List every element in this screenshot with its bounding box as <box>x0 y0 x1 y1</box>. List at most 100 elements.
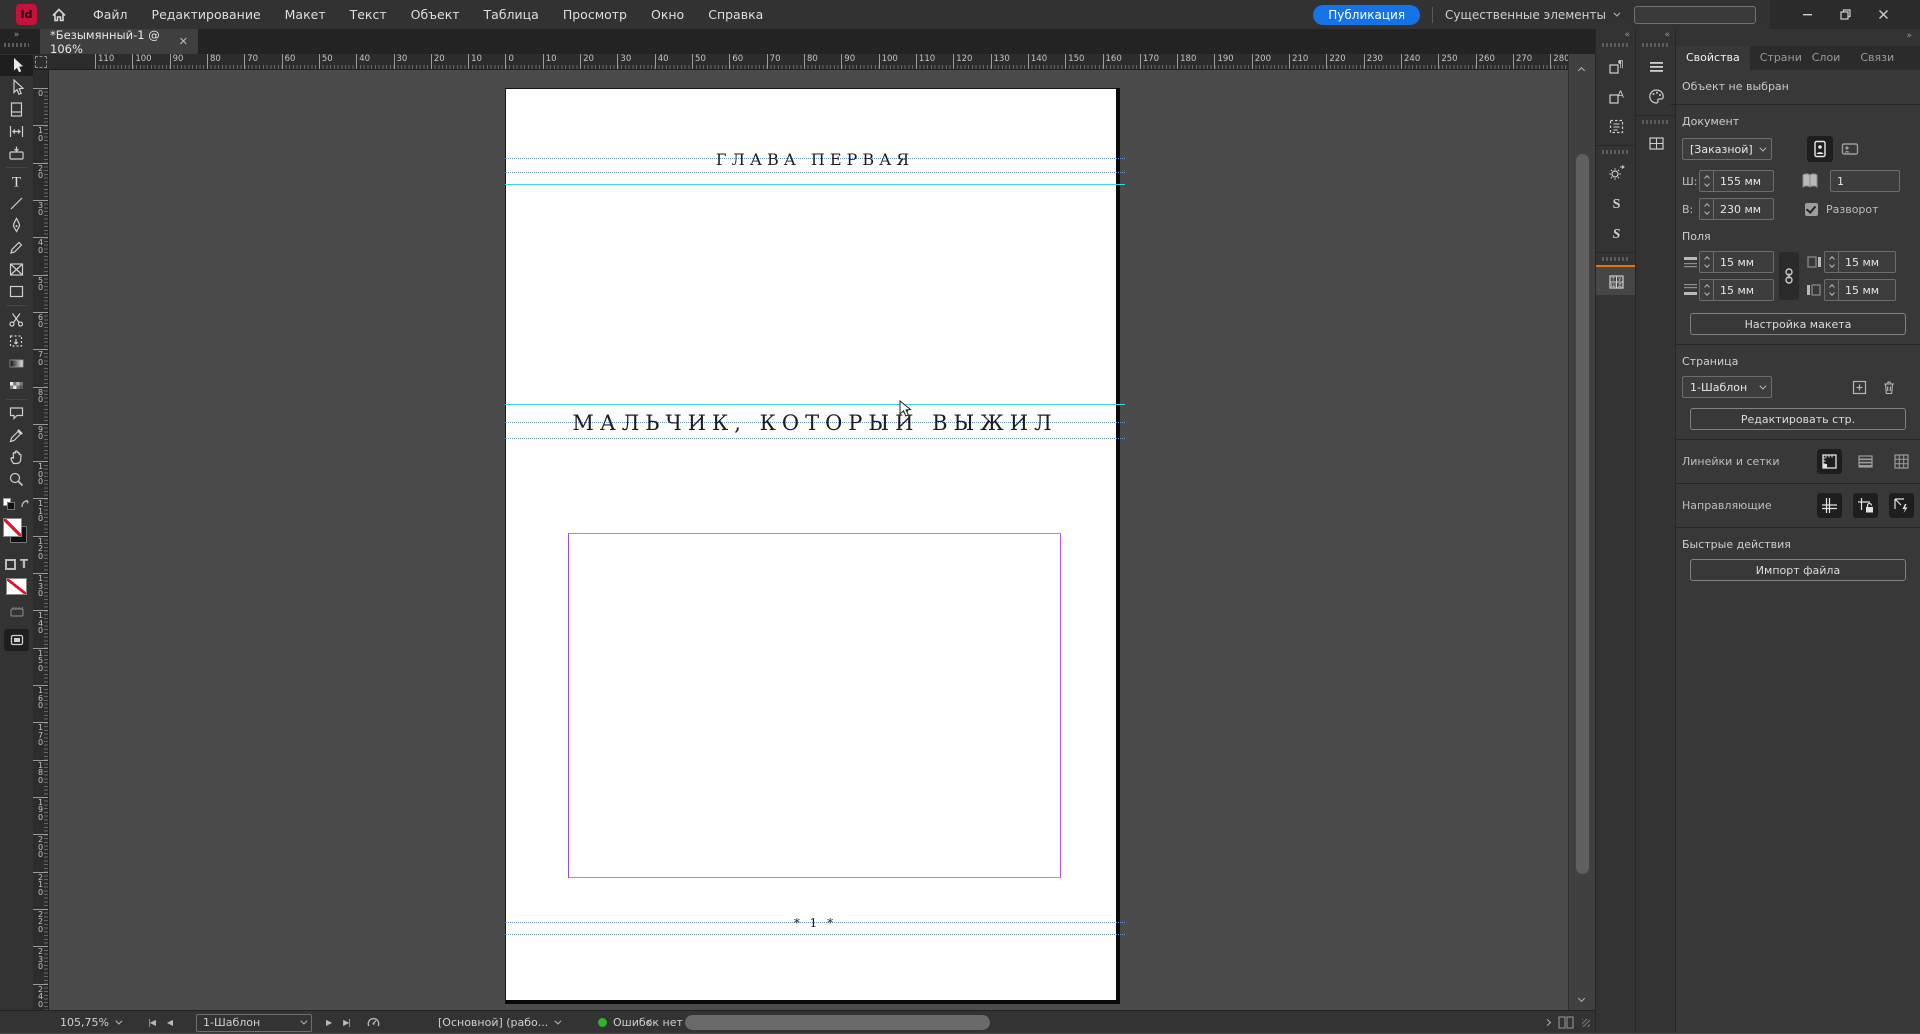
menu-Справка[interactable]: Справка <box>696 0 775 29</box>
object-styles-icon[interactable]: ¶ <box>1596 51 1636 81</box>
menu-Текст[interactable]: Текст <box>338 0 399 29</box>
fill-swatch[interactable] <box>3 518 22 537</box>
glyphs-icon[interactable]: TУШД <box>1596 265 1636 295</box>
panel-tab-Связи[interactable]: Связи <box>1850 46 1904 70</box>
width-stepper[interactable] <box>1700 171 1714 191</box>
panel-tab-Свойства[interactable]: Свойства <box>1676 46 1750 70</box>
publish-button[interactable]: Публикация <box>1313 4 1421 25</box>
close-tab-icon[interactable]: ✕ <box>179 35 188 48</box>
next-page-button[interactable]: ▶ <box>326 1018 332 1027</box>
frame-tool[interactable] <box>0 259 33 280</box>
dock-collapse-icon[interactable]: « <box>1636 29 1675 41</box>
show-guides-icon[interactable] <box>1817 493 1842 518</box>
margin-bottom-field[interactable]: 15 мм <box>1699 279 1774 301</box>
stock-variant-icon[interactable]: S <box>1596 218 1636 248</box>
menu-Файл[interactable]: Файл <box>81 0 140 29</box>
zoom-tool[interactable] <box>0 469 33 490</box>
search-input[interactable] <box>1634 5 1756 24</box>
orientation-portrait-button[interactable] <box>1807 136 1833 162</box>
pages-count-field[interactable]: 1 <box>1830 170 1900 192</box>
hand-tool[interactable] <box>0 447 33 468</box>
stock-icon[interactable]: S <box>1596 188 1636 218</box>
menu-Таблица[interactable]: Таблица <box>472 0 551 29</box>
margin-outside-field[interactable]: 15 мм <box>1824 251 1896 273</box>
scroll-up-icon[interactable] <box>1577 66 1586 75</box>
page-dropdown[interactable]: 1-Шаблон <box>1682 376 1772 398</box>
prev-page-button[interactable]: ◀ <box>167 1018 173 1027</box>
orientation-landscape-button[interactable] <box>1837 136 1863 162</box>
horizontal-ruler[interactable]: 110 100 90 80 70 60 50 40 30 20 10 0 10 20 30 40 50 60 70 8… <box>33 54 1568 70</box>
horizontal-scrollbar-thumb[interactable] <box>685 1015 990 1030</box>
pasteboard[interactable]: ГЛАВА ПЕРВАЯ МАЛЬЧИК, КОТОРЫЙ ВЫЖИЛ * 1 … <box>49 70 1568 1010</box>
page-select-dropdown[interactable]: 1-Шаблон <box>196 1013 312 1032</box>
adjust-layout-button[interactable]: Настройка макета <box>1690 313 1906 335</box>
close-button[interactable] <box>1872 6 1894 24</box>
formatting-container-icon[interactable] <box>4 558 16 570</box>
panel-collapse-icon[interactable]: » <box>1676 29 1920 46</box>
direct-selection-tool[interactable] <box>0 77 33 98</box>
menu-Редактирование[interactable]: Редактирование <box>140 0 273 29</box>
last-page-button[interactable]: ▶| <box>343 1018 351 1027</box>
toolbar-collapse-icon[interactable]: » <box>0 29 33 41</box>
default-fill-stroke-icon[interactable] <box>2 498 15 510</box>
pen-tool[interactable] <box>0 215 33 236</box>
gradient-feather-tool[interactable] <box>0 375 33 396</box>
import-file-button[interactable]: Импорт файла <box>1690 559 1906 581</box>
line-tool[interactable] <box>0 193 33 214</box>
swatches-icon[interactable] <box>1636 81 1676 111</box>
menu-Окно[interactable]: Окно <box>639 0 696 29</box>
menu-Макет[interactable]: Макет <box>273 0 338 29</box>
document-grid-icon[interactable] <box>1889 449 1914 474</box>
horizontal-scrollbar[interactable] <box>660 1014 1540 1031</box>
page-tool[interactable] <box>0 99 33 120</box>
facing-pages-checkbox[interactable] <box>1805 202 1818 216</box>
preflight-profile-control[interactable]: [Основной] (рабо... <box>438 1011 562 1034</box>
pencil-tool[interactable] <box>0 237 33 258</box>
margin-inside-field[interactable]: 15 мм <box>1824 279 1896 301</box>
document-tab[interactable]: *Безымянный-1 @ 106% ✕ <box>40 28 198 56</box>
scissors-tool[interactable] <box>0 309 33 330</box>
scroll-right-icon[interactable] <box>1543 1018 1552 1027</box>
resize-grip-icon[interactable] <box>1582 1018 1590 1027</box>
scroll-down-icon[interactable] <box>1577 994 1586 1003</box>
link-margins-icon[interactable] <box>1779 252 1799 300</box>
page-number-text[interactable]: * 1 * <box>505 916 1125 930</box>
free-transform-tool[interactable] <box>0 331 33 352</box>
menu-Объект[interactable]: Объект <box>399 0 472 29</box>
dock-drag-handle[interactable] <box>1642 43 1669 47</box>
dock-drag-handle[interactable] <box>1602 43 1629 47</box>
note-tool[interactable] <box>0 403 33 424</box>
ruler-origin-icon[interactable] <box>35 56 47 68</box>
zoom-level-control[interactable]: 105,75% <box>60 1011 123 1034</box>
eyedropper-tool[interactable] <box>0 425 33 446</box>
vertical-scrollbar[interactable] <box>1568 54 1595 1010</box>
formatting-text-icon[interactable]: T <box>20 557 28 571</box>
screen-mode-button[interactable] <box>4 629 29 651</box>
selection-tool[interactable] <box>0 55 33 76</box>
chapter-heading-text[interactable]: ГЛАВА ПЕРВАЯ <box>505 150 1125 169</box>
panel-menu-icon[interactable] <box>1636 51 1676 81</box>
type-tool[interactable]: T <box>0 171 33 192</box>
edit-page-button[interactable]: Редактировать стр. <box>1690 408 1906 430</box>
dock-collapse-icon[interactable]: « <box>1596 29 1635 41</box>
workspace-switcher[interactable]: Существенные элементы <box>1445 8 1621 22</box>
panel-tab-Страницы[interactable]: Страницы <box>1750 46 1802 70</box>
baseline-grid-icon[interactable] <box>1853 449 1878 474</box>
first-page-button[interactable]: |◀ <box>148 1018 156 1027</box>
vertical-ruler[interactable]: 0 10 20 30 40 50 60 70 80 90 100 110 120 130 140 150 160… <box>33 70 49 1010</box>
height-stepper[interactable] <box>1700 199 1714 219</box>
chapter-title-text[interactable]: МАЛЬЧИК, КОТОРЫЙ ВЫЖИЛ <box>505 411 1125 435</box>
fill-stroke-control[interactable] <box>0 514 33 554</box>
frame-grid-icon[interactable] <box>1596 111 1636 141</box>
rulers-toggle-icon[interactable] <box>1817 449 1842 474</box>
height-field[interactable]: 230 мм <box>1699 198 1774 220</box>
preflight-icon[interactable] <box>366 1011 381 1034</box>
minimize-button[interactable] <box>1796 6 1818 24</box>
content-collector-tool[interactable] <box>0 143 33 164</box>
page-size-preset-dropdown[interactable]: [Заказной] <box>1682 138 1772 160</box>
margin-top-field[interactable]: 15 мм <box>1699 251 1774 273</box>
gradient-tool[interactable] <box>0 353 33 374</box>
scripts-icon[interactable] <box>1596 158 1636 188</box>
pages-icon[interactable] <box>1636 128 1676 158</box>
delete-page-icon[interactable] <box>1878 380 1900 395</box>
